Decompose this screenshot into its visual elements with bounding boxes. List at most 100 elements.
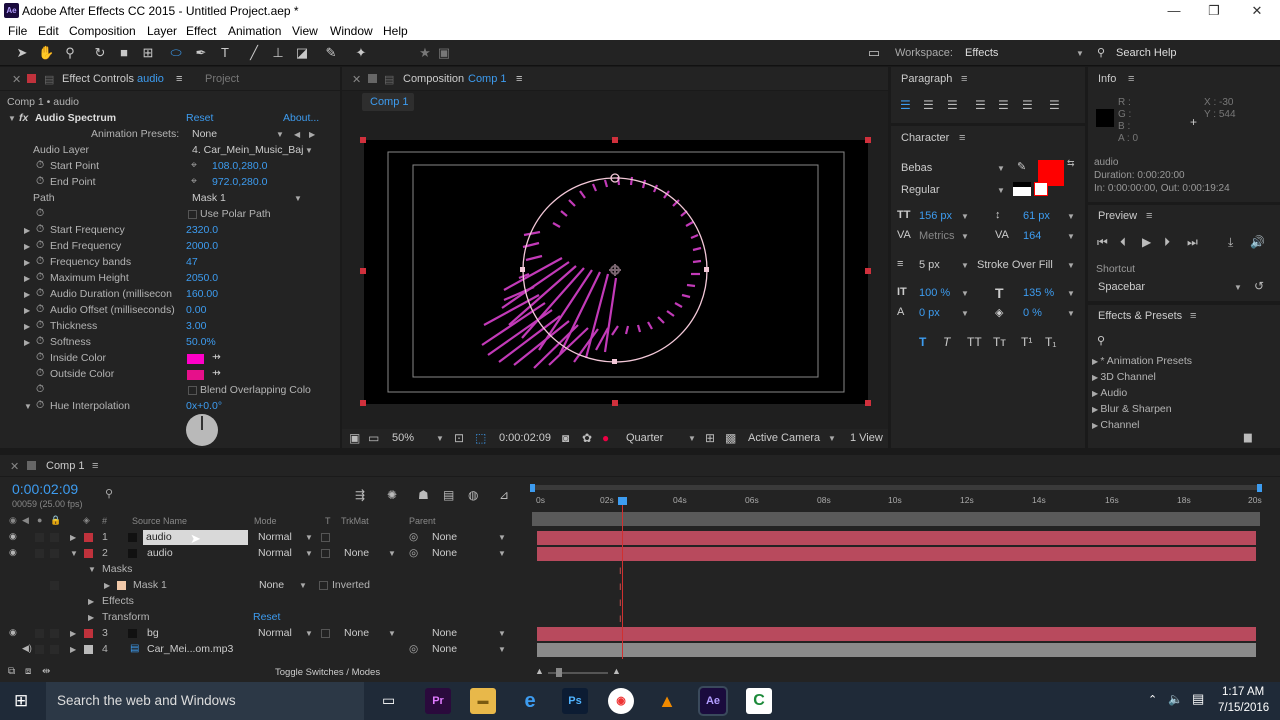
eyedropper-icon[interactable]: ⇸ xyxy=(212,367,221,379)
camera-tool-icon[interactable]: ■ xyxy=(116,45,132,61)
composition-tab-name[interactable]: Comp 1 xyxy=(468,73,507,85)
chevron-down-icon[interactable]: ▼ xyxy=(305,549,313,558)
photoshop-icon[interactable]: Ps xyxy=(562,688,588,714)
after-effects-icon[interactable]: Ae xyxy=(698,686,728,716)
audio-layer-select[interactable]: 4. Car_Mein_Music_Baj xyxy=(192,144,303,156)
maximize-button[interactable]: ❐ xyxy=(1204,2,1224,20)
start-point-value[interactable]: 108.0,280.0 xyxy=(212,160,267,172)
chevron-down-icon[interactable]: ▼ xyxy=(70,549,78,558)
preserve-transparency-checkbox[interactable] xyxy=(321,533,330,542)
prop-value[interactable]: 47 xyxy=(186,256,198,268)
layer-trkmat-select[interactable]: None xyxy=(344,627,369,639)
project-tab[interactable]: Project xyxy=(205,73,239,85)
stopwatch-icon[interactable]: ⏱ xyxy=(36,207,44,220)
layer-handle[interactable] xyxy=(360,137,366,143)
transform-reset-link[interactable]: Reset xyxy=(253,611,280,623)
panel-menu-icon[interactable]: ≡ xyxy=(92,460,98,472)
prop-value[interactable]: 2050.0 xyxy=(186,272,218,284)
chevron-right-icon[interactable]: ▶ xyxy=(24,258,30,267)
stopwatch-icon[interactable]: ⏱ xyxy=(36,303,44,316)
about-link[interactable]: About... xyxy=(283,112,319,124)
composition-tab[interactable]: Composition xyxy=(403,73,464,85)
close-icon[interactable]: ✕ xyxy=(10,460,19,473)
solo-box[interactable] xyxy=(35,629,44,638)
chevron-down-icon[interactable]: ▼ xyxy=(388,549,396,558)
chevron-down-icon[interactable]: ▼ xyxy=(8,114,16,123)
justify-left-icon[interactable]: ☰ xyxy=(975,98,986,112)
path-select[interactable]: Mask 1 xyxy=(192,192,226,204)
align-left-icon[interactable]: ☰ xyxy=(900,98,911,112)
col-source-name[interactable]: Source Name xyxy=(132,516,187,526)
zoom-select[interactable]: 50% xyxy=(392,432,414,444)
solo-box[interactable] xyxy=(35,645,44,654)
tracking-value[interactable]: 164 xyxy=(1023,230,1041,242)
chevron-down-icon[interactable]: ▼ xyxy=(961,309,969,318)
layer-bar[interactable] xyxy=(537,547,1256,561)
time-navigator[interactable] xyxy=(532,512,1260,526)
lock-box[interactable] xyxy=(50,645,59,654)
subscript-icon[interactable]: T₁ xyxy=(1045,335,1056,349)
table-row[interactable]: ◀) ▶ 4 ▤ Car_Mei...om.mp3 ◎ None ▼ xyxy=(0,642,530,658)
font-size-value[interactable]: 156 px xyxy=(919,210,952,222)
table-row[interactable]: ◉ ▶ 1 audio ➤ Normal ▼ ◎ None ▼ xyxy=(0,530,530,546)
prop-value[interactable]: 50.0% xyxy=(186,336,216,348)
chevron-right-icon[interactable]: ▶ xyxy=(24,242,30,251)
chevron-down-icon[interactable]: ▼ xyxy=(88,565,96,574)
layer-handle[interactable] xyxy=(612,400,618,406)
justify-center-icon[interactable]: ☰ xyxy=(998,98,1009,112)
stopwatch-icon[interactable]: ⏱ xyxy=(36,383,44,396)
zoom-tool-icon[interactable]: ⚲ xyxy=(62,45,78,61)
chevron-down-icon[interactable]: ▼ xyxy=(305,146,313,155)
work-area-bar[interactable] xyxy=(532,485,1262,490)
stopwatch-icon[interactable]: ⏱ xyxy=(36,271,44,284)
ellipse-tool-icon[interactable]: ⬭ xyxy=(168,45,184,61)
menu-view[interactable]: View xyxy=(292,24,318,38)
grid-icon[interactable]: ⊞ xyxy=(705,431,715,445)
faux-bold-icon[interactable]: T xyxy=(919,335,926,349)
close-icon[interactable]: ✕ xyxy=(352,73,361,86)
eye-icon[interactable]: ◉ xyxy=(9,531,17,542)
effects-search-input[interactable] xyxy=(1112,334,1272,350)
layer-mode-select[interactable]: Normal xyxy=(258,547,292,559)
vlc-icon[interactable]: ▲ xyxy=(654,688,680,714)
stopwatch-icon[interactable]: ⏱ xyxy=(36,367,44,380)
panel-menu-icon[interactable]: ≡ xyxy=(516,73,522,85)
minimize-button[interactable]: — xyxy=(1164,2,1184,20)
label-color[interactable] xyxy=(84,533,93,542)
blend-overlapping-checkbox[interactable] xyxy=(188,386,197,395)
work-area-end[interactable] xyxy=(1257,484,1262,492)
comp-canvas[interactable] xyxy=(364,140,868,404)
eye-icon[interactable]: ◉ xyxy=(9,627,17,638)
type-tool-icon[interactable]: T xyxy=(217,45,233,61)
brush-tool-icon[interactable]: ╱ xyxy=(246,45,262,61)
next-frame-icon[interactable]: ⏵ xyxy=(1164,235,1170,250)
reset-icon[interactable]: ↺ xyxy=(1254,279,1264,293)
chevron-right-icon[interactable]: ▶ xyxy=(24,306,30,315)
keyframe-icon[interactable]: I xyxy=(619,582,622,592)
chevron-down-icon[interactable]: ▼ xyxy=(1067,212,1075,221)
crosshair-icon[interactable]: ⌖ xyxy=(191,159,197,172)
chevron-down-icon[interactable]: ▼ xyxy=(961,212,969,221)
list-item[interactable]: ▶ * Animation Presets xyxy=(1092,355,1192,367)
chevron-right-icon[interactable]: ▶ xyxy=(24,290,30,299)
list-item[interactable]: ▶ 3D Channel xyxy=(1092,371,1156,383)
stroke-width-value[interactable]: 5 px xyxy=(919,259,940,271)
effect-controls-target[interactable]: audio xyxy=(137,73,164,85)
resolution-select[interactable]: Quarter xyxy=(626,432,663,444)
sub-row-masks[interactable]: ▼ Masks xyxy=(0,562,530,578)
stroke-type-select[interactable]: Stroke Over Fill xyxy=(977,259,1053,271)
layer-parent-select[interactable]: None xyxy=(432,531,457,543)
rotate-tool-icon[interactable]: ↻ xyxy=(92,45,108,61)
first-frame-icon[interactable]: ⏮ xyxy=(1097,235,1108,250)
stopwatch-icon[interactable]: ⏱ xyxy=(36,239,44,252)
star-icon[interactable]: ★ xyxy=(417,45,433,61)
keyframe-icon[interactable]: I xyxy=(619,614,622,624)
sub-row-effects[interactable]: ▶ Effects xyxy=(0,594,530,610)
chevron-right-icon[interactable]: ▶ xyxy=(104,581,110,590)
camera-select[interactable]: Active Camera xyxy=(748,432,820,444)
list-item[interactable]: ▶ Blur & Sharpen xyxy=(1092,403,1172,415)
font-style-select[interactable]: Regular xyxy=(901,184,940,196)
new-bin-icon[interactable]: ▆ xyxy=(1244,432,1252,443)
camtasia-icon[interactable]: C xyxy=(746,688,772,714)
panel-menu-icon[interactable]: ≡ xyxy=(1128,73,1134,85)
